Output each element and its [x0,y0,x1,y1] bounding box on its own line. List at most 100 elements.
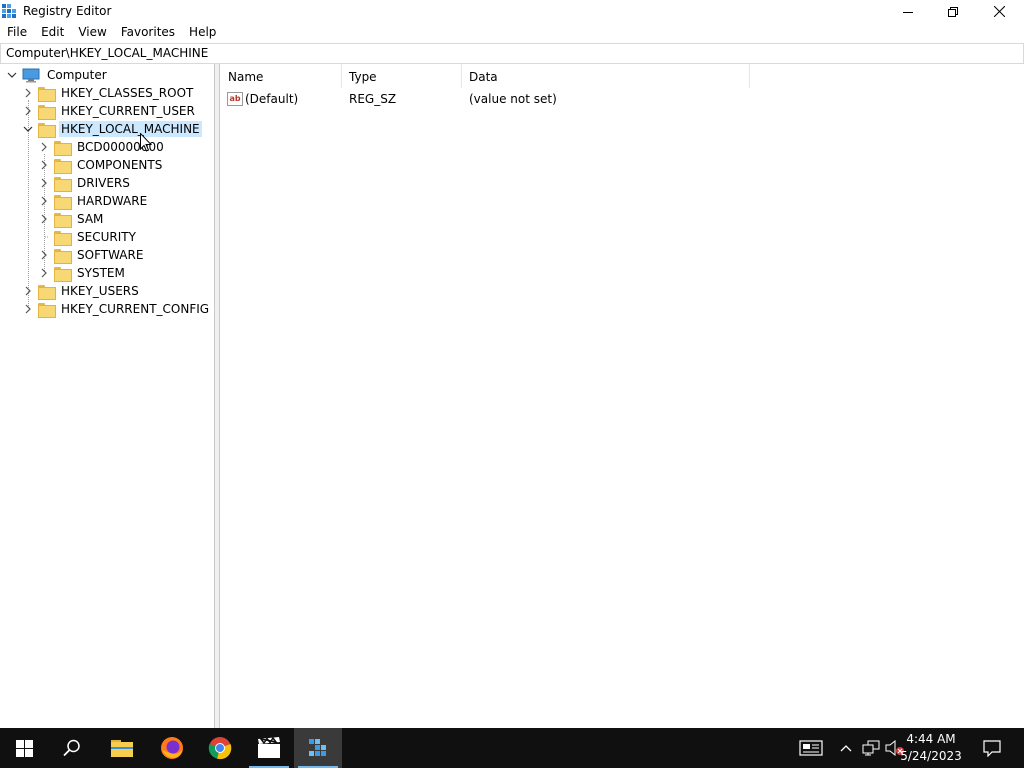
chevron-right-icon[interactable] [38,213,50,225]
folder-icon [38,302,56,318]
maximize-button[interactable] [930,0,976,23]
chevron-right-icon[interactable] [38,267,50,279]
chevron-right-icon[interactable] [22,87,34,99]
minimize-icon [903,11,913,13]
tree-label: HKEY_CLASSES_ROOT [61,86,194,100]
chevron-right-icon[interactable] [22,105,34,117]
taskbar-video-editor[interactable] [245,728,293,768]
tree-node-hkey-current-config[interactable]: HKEY_CURRENT_CONFIG [22,300,211,318]
folder-icon [54,248,72,264]
network-button[interactable] [860,728,882,768]
folder-icon [54,158,72,174]
notifications-button[interactable] [978,728,1006,768]
value-row[interactable]: ab (Default) REG_SZ (value not set) [221,90,557,108]
menu-help[interactable]: Help [182,23,223,42]
news-widget-button[interactable] [796,728,826,768]
list-header: Name Type Data [221,64,750,88]
tree-node-hkey-classes-root[interactable]: HKEY_CLASSES_ROOT [22,84,195,102]
folder-icon [38,284,56,300]
tree-label: HKEY_LOCAL_MACHINE [59,121,202,137]
firefox-icon [161,737,183,759]
folder-icon [54,230,72,246]
show-hidden-icons-button[interactable] [836,728,856,768]
tree-node-computer[interactable]: Computer [6,66,109,84]
chevron-right-icon[interactable] [22,285,34,297]
search-icon [63,739,80,757]
menu-view[interactable]: View [71,23,113,42]
clock-time: 4:44 AM [906,732,956,746]
value-name: (Default) [245,92,299,106]
start-button[interactable] [0,728,48,768]
news-icon [799,740,823,756]
chevron-right-icon[interactable] [38,177,50,189]
tree-label: HKEY_CURRENT_CONFIG [61,302,210,316]
close-icon [993,6,1005,17]
clock-date: 5/24/2023 [900,749,962,763]
search-button[interactable] [48,728,96,768]
value-data: (value not set) [469,92,557,106]
clock[interactable]: 4:44 AM 5/24/2023 [896,731,966,765]
tree-node-sam[interactable]: SAM [38,210,105,228]
chevron-down-icon[interactable] [22,123,34,135]
menu-favorites[interactable]: Favorites [114,23,182,42]
chevron-right-icon[interactable] [38,159,50,171]
tree-label: SAM [77,212,104,226]
tree-label: COMPONENTS [77,158,163,172]
folder-icon [54,194,72,210]
chrome-icon [208,737,232,760]
key-tree: Computer HKEY_CLASSES_ROOT HKEY_CURRENT_… [0,64,215,728]
menu-file[interactable]: File [0,23,34,42]
taskbar-firefox[interactable] [148,728,196,768]
tree-leaf-connector [38,231,50,243]
file-explorer-icon [111,740,133,757]
menu-edit[interactable]: Edit [34,23,71,42]
mouse-cursor-icon [140,133,152,152]
tree-label-computer: Computer [47,68,107,82]
taskbar: 4:44 AM 5/24/2023 [0,728,1024,768]
pane-splitter[interactable] [215,64,220,728]
value-type: REG_SZ [349,92,397,106]
tree-node-drivers[interactable]: DRIVERS [38,174,132,192]
values-list: Name Type Data ab (Default) REG_SZ (valu… [221,64,1024,728]
address-bar[interactable]: Computer\HKEY_LOCAL_MACHINE [0,43,1024,64]
network-icon [862,740,880,756]
restore-icon [948,6,958,17]
tree-label: HARDWARE [77,194,148,208]
window-title: Registry Editor [23,4,112,18]
computer-icon [22,68,40,82]
registry-editor-icon [2,4,16,18]
tree-label: HKEY_USERS [61,284,139,298]
taskbar-registry-editor[interactable] [294,728,342,768]
tree-label: BCD00000000 [77,140,164,154]
tree-node-components[interactable]: COMPONENTS [38,156,164,174]
taskbar-file-explorer[interactable] [98,728,146,768]
folder-icon [54,176,72,192]
menu-bar: File Edit View Favorites Help [0,23,1024,42]
folder-icon [38,86,56,102]
column-header-type[interactable]: Type [342,64,462,88]
column-header-name[interactable]: Name [221,64,342,88]
folder-icon [54,212,72,228]
taskbar-chrome[interactable] [196,728,244,768]
chevron-down-icon[interactable] [6,69,18,81]
chevron-right-icon[interactable] [38,249,50,261]
tree-node-hardware[interactable]: HARDWARE [38,192,149,210]
column-header-data[interactable]: Data [462,64,750,88]
tree-node-hkey-current-user[interactable]: HKEY_CURRENT_USER [22,102,197,120]
chevron-up-icon [840,745,852,752]
tree-node-security[interactable]: SECURITY [38,228,138,246]
tree-node-hkey-local-machine[interactable]: HKEY_LOCAL_MACHINE [22,120,202,138]
tree-label: SECURITY [77,230,136,244]
chevron-right-icon[interactable] [38,195,50,207]
close-button[interactable] [976,0,1022,23]
tree-label: SOFTWARE [77,248,144,262]
tree-label: SYSTEM [77,266,125,280]
chevron-right-icon[interactable] [22,303,34,315]
tree-node-software[interactable]: SOFTWARE [38,246,145,264]
tree-node-hkey-users[interactable]: HKEY_USERS [22,282,141,300]
address-path: Computer\HKEY_LOCAL_MACHINE [6,46,209,60]
chevron-right-icon[interactable] [38,141,50,153]
folder-icon [54,140,72,156]
minimize-button[interactable] [885,0,931,23]
tree-node-system[interactable]: SYSTEM [38,264,127,282]
